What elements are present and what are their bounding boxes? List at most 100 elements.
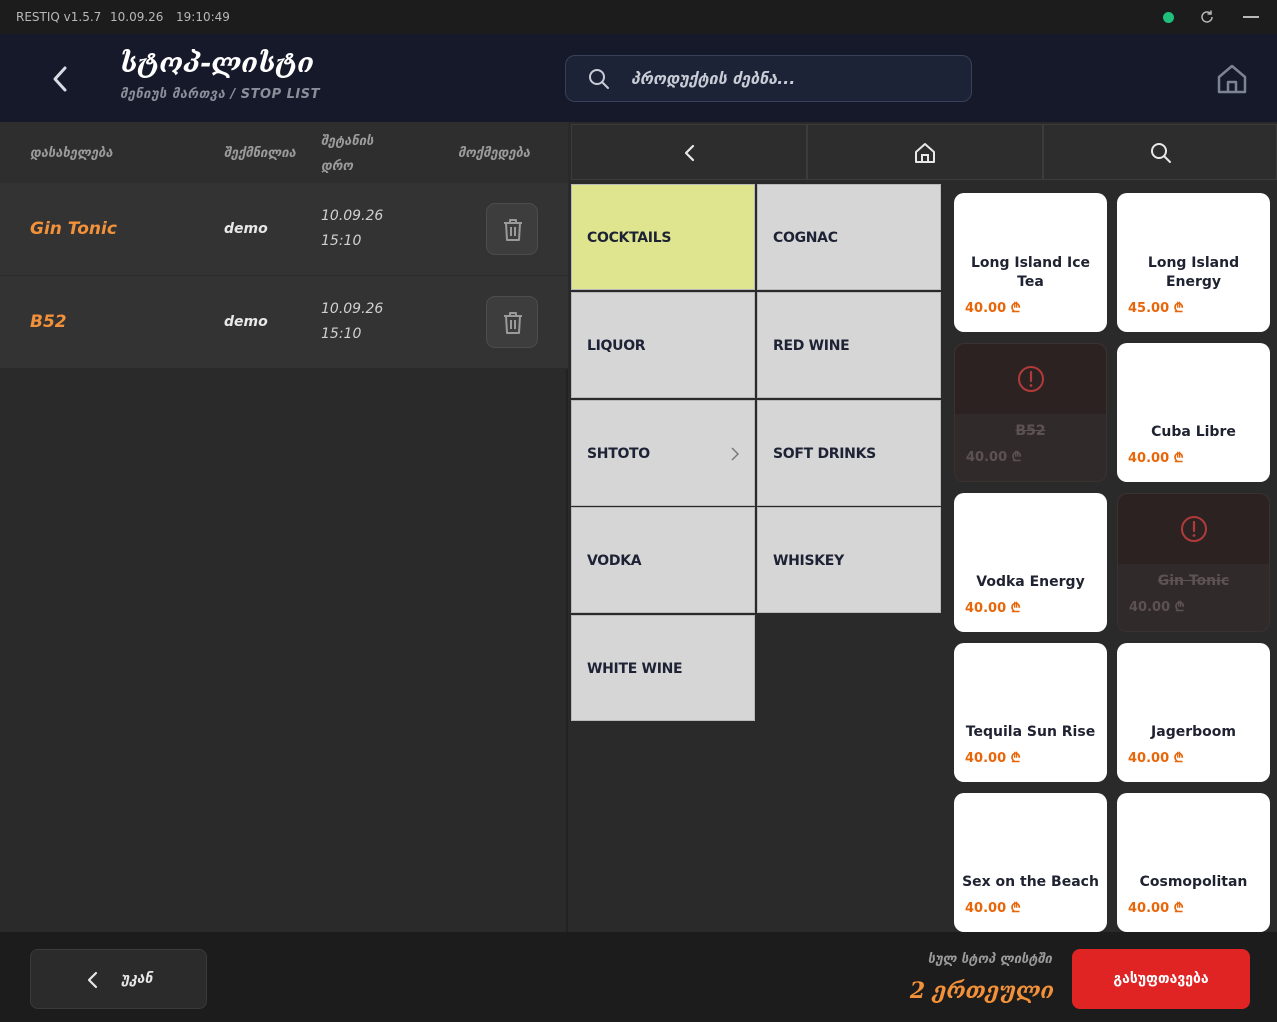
product-name: Sex on the Beach <box>962 874 1099 890</box>
home-icon <box>915 143 935 163</box>
home-icon[interactable] <box>1214 61 1250 97</box>
column-header-time-line2: დრო <box>321 159 354 174</box>
category-vodka[interactable]: VODKA <box>571 507 755 613</box>
alert-icon <box>1181 516 1207 542</box>
row-product-name: Gin Tonic <box>30 219 117 239</box>
back-button[interactable]: უკან <box>30 949 207 1009</box>
category-label: LIQUOR <box>587 338 646 354</box>
app-version: RESTIQ v1.5.7 <box>16 10 102 24</box>
page-title: სტოპ-ლისტი <box>120 48 314 79</box>
product-price: 40.00 ₾ <box>965 901 1021 916</box>
product-price: 40.00 ₾ <box>1129 600 1185 615</box>
category-label: SHTOTO <box>587 446 650 462</box>
product-card[interactable]: Cosmopolitan 40.00 ₾ <box>1117 793 1270 932</box>
product-price: 40.00 ₾ <box>965 301 1021 316</box>
column-header-action: მოქმედება <box>458 146 531 161</box>
category-cognac[interactable]: COGNAC <box>757 184 941 290</box>
row-creator: demo <box>224 314 268 330</box>
category-label: COCKTAILS <box>587 230 672 246</box>
product-card[interactable]: Sex on the Beach 40.00 ₾ <box>954 793 1107 932</box>
product-card-stopped[interactable]: B52 40.00 ₾ <box>954 343 1107 482</box>
alert-icon <box>1018 366 1044 392</box>
category-label: COGNAC <box>773 230 838 246</box>
column-header-time: შეტანის <box>321 134 374 149</box>
product-name: Cuba Libre <box>1151 424 1236 440</box>
product-name: Long Island Energy <box>1147 255 1240 290</box>
product-price: 40.00 ₾ <box>965 751 1021 766</box>
product-name: Tequila Sun Rise <box>965 724 1096 740</box>
product-card[interactable]: Jagerboom 40.00 ₾ <box>1117 643 1270 782</box>
product-price: 40.00 ₾ <box>966 450 1022 465</box>
total-count: 2 ერთეული <box>909 978 1054 1004</box>
page-subtitle: მენიუს მართვა / STOP LIST <box>120 87 320 102</box>
chevron-right-icon <box>731 447 740 461</box>
category-red-wine[interactable]: RED WINE <box>757 292 941 398</box>
product-search-box[interactable]: პროდუქტის ძებნა... <box>565 55 972 102</box>
category-home-button[interactable] <box>807 124 1043 180</box>
trash-icon <box>504 219 522 241</box>
row-time: 15:10 <box>321 233 362 249</box>
category-label: VODKA <box>587 553 642 569</box>
category-label: WHITE WINE <box>587 661 683 677</box>
product-card[interactable]: Tequila Sun Rise 40.00 ₾ <box>954 643 1107 782</box>
delete-button[interactable] <box>486 203 538 255</box>
product-name: Vodka Energy <box>976 574 1085 590</box>
delete-button[interactable] <box>486 296 538 348</box>
row-time: 15:10 <box>321 326 362 342</box>
search-icon <box>1151 143 1171 163</box>
stop-list-panel: დასახელება შექმნილია შეტანის დრო მოქმედე… <box>0 122 568 932</box>
product-card[interactable]: Vodka Energy 40.00 ₾ <box>954 493 1107 632</box>
product-price: 40.00 ₾ <box>1128 451 1184 466</box>
system-time: 19:10:49 <box>176 10 230 24</box>
product-name: Gin Tonic <box>1157 573 1230 589</box>
product-card[interactable]: Long Island Ice Tea 40.00 ₾ <box>954 193 1107 332</box>
product-name: Jagerboom <box>1151 724 1236 740</box>
table-header: დასახელება შექმნილია შეტანის დრო მოქმედე… <box>0 122 568 183</box>
category-cocktails[interactable]: COCKTAILS <box>571 184 755 290</box>
product-card-stopped[interactable]: Gin Tonic 40.00 ₾ <box>1117 493 1270 632</box>
product-name: Long Island Ice Tea <box>970 255 1091 290</box>
product-price: 40.00 ₾ <box>965 601 1021 616</box>
category-search-button[interactable] <box>1043 124 1277 180</box>
search-icon <box>589 69 609 89</box>
chevron-left-icon <box>87 971 98 989</box>
column-header-creator: შექმნილია <box>224 146 296 161</box>
system-bar: RESTIQ v1.5.7 10.09.26 19:10:49 <box>0 0 1277 34</box>
trash-icon <box>504 312 522 334</box>
system-date: 10.09.26 <box>110 10 164 24</box>
row-date: 10.09.26 <box>321 208 384 224</box>
page-header: სტოპ-ლისტი მენიუს მართვა / STOP LIST პრო… <box>0 34 1277 122</box>
product-price: 45.00 ₾ <box>1128 301 1184 316</box>
category-shtoto[interactable]: SHTOTO <box>571 400 755 506</box>
category-soft-drinks[interactable]: SOFT DRINKS <box>757 400 941 506</box>
category-whiskey[interactable]: WHISKEY <box>757 507 941 613</box>
total-label: სულ სტოპ ლისტში <box>927 952 1052 967</box>
product-card[interactable]: Cuba Libre 40.00 ₾ <box>1117 343 1270 482</box>
category-liquor[interactable]: LIQUOR <box>571 292 755 398</box>
row-product-name: B52 <box>30 312 67 332</box>
category-white-wine[interactable]: WHITE WINE <box>571 615 755 721</box>
minimize-icon[interactable] <box>1243 16 1259 18</box>
row-date: 10.09.26 <box>321 301 384 317</box>
chevron-left-icon <box>684 144 695 162</box>
clear-stop-list-button[interactable]: გასუფთავება <box>1072 949 1250 1009</box>
status-online-icon <box>1163 12 1174 23</box>
product-card[interactable]: Long Island Energy 45.00 ₾ <box>1117 193 1270 332</box>
table-row: B52 demo 10.09.26 15:10 <box>0 276 568 369</box>
product-price: 40.00 ₾ <box>1128 751 1184 766</box>
back-arrow-icon[interactable] <box>44 62 78 96</box>
refresh-icon[interactable] <box>1199 9 1215 25</box>
product-name: B52 <box>1015 423 1046 439</box>
category-label: WHISKEY <box>773 553 844 569</box>
category-back-button[interactable] <box>571 124 807 180</box>
back-button-label: უკან <box>121 971 153 987</box>
product-price: 40.00 ₾ <box>1128 901 1184 916</box>
category-label: SOFT DRINKS <box>773 446 876 462</box>
app-window: RESTIQ v1.5.7 10.09.26 19:10:49 სტოპ-ლის… <box>0 0 1277 1022</box>
footer-bar: უკან სულ სტოპ ლისტში 2 ერთეული გასუფთავე… <box>0 932 1277 1022</box>
column-header-name: დასახელება <box>30 146 113 161</box>
product-name: Cosmopolitan <box>1139 874 1248 890</box>
table-row: Gin Tonic demo 10.09.26 15:10 <box>0 183 568 276</box>
category-label: RED WINE <box>773 338 850 354</box>
row-creator: demo <box>224 221 268 237</box>
